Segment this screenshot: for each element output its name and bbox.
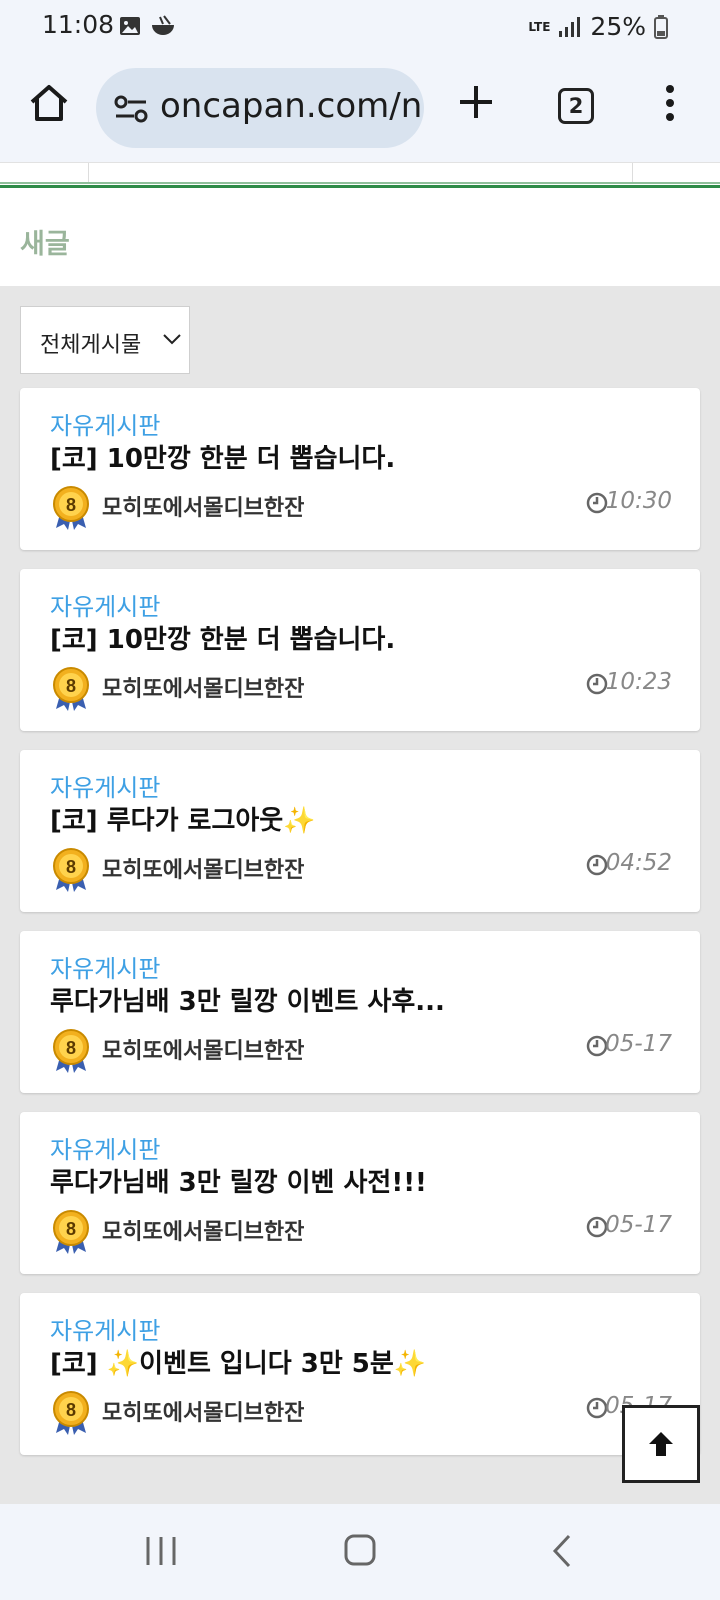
post-card[interactable]: 자유게시판 루다가님배 3만 릴깡 이벤 사전!!! 8 모히또에서몰디브한잔 05-1… — [20, 1112, 700, 1274]
page-top-strip — [0, 162, 720, 183]
system-nav-bar — [0, 1504, 720, 1600]
board-filter-select[interactable]: 전체게시물 — [20, 306, 190, 374]
arrow-up-icon — [649, 1432, 673, 1456]
notification-icons — [118, 14, 176, 38]
bowl-icon — [152, 15, 174, 35]
post-card[interactable]: 자유게시판 [코] 10만깡 한분 더 뽑습니다. 8 모히또에서몰디브한잔 10:23 — [20, 569, 700, 731]
post-card[interactable]: 자유게시판 [코] 루다가 로그아웃✨ 8 모히또에서몰디브한잔 04:52 — [20, 750, 700, 912]
post-list-area: 전체게시물 자유게시판 [코] 10만깡 한분 더 뽑습니다. 8 모히또에서몰디브한… — [0, 286, 720, 1504]
post-title[interactable]: [코] 10만깡 한분 더 뽑습니다. — [50, 438, 395, 475]
level-badge-icon: 8 — [53, 667, 89, 711]
post-author[interactable]: 모히또에서몰디브한잔 — [102, 852, 304, 884]
post-card[interactable]: 자유게시판[코] ✨이벤트 입니다 3만 5분✨8모히또에서몰디브한잔05-17 — [20, 1293, 700, 1455]
post-author[interactable]: 모히또에서몰디브한잔 — [102, 490, 304, 522]
post-board-link[interactable]: 자유게시판 — [50, 406, 160, 441]
home-icon[interactable] — [28, 82, 70, 124]
recent-apps-icon[interactable] — [144, 1534, 178, 1568]
chevron-down-icon — [163, 334, 181, 345]
post-card[interactable]: 자유게시판 루다가님배 3만 릴깡 이벤트 사후... 8 모히또에서몰디브한잔 05-… — [20, 931, 700, 1093]
post-card[interactable]: 자유게시판 [코] 10만깡 한분 더 뽑습니다. 8 모히또에서몰디브한잔 10:30 — [20, 388, 700, 550]
level-badge-icon: 8 — [53, 486, 89, 530]
post-board-link[interactable]: 자유게시판 — [50, 1311, 160, 1346]
post-title[interactable]: 루다가님배 3만 릴깡 이벤 사전!!! — [50, 1162, 427, 1199]
post-time: 05-17 — [605, 1031, 672, 1057]
level-badge-icon: 8 — [53, 1029, 89, 1073]
scroll-to-top-button[interactable] — [622, 1405, 700, 1483]
back-icon[interactable] — [552, 1534, 572, 1568]
status-time: 11:08 — [42, 10, 115, 39]
more-menu-icon[interactable] — [664, 84, 676, 122]
level-badge-icon: 8 — [53, 848, 89, 892]
post-author[interactable]: 모히또에서몰디브한잔 — [102, 1214, 304, 1246]
level-badge-icon: 8 — [53, 1210, 89, 1254]
clock-icon — [586, 673, 608, 695]
divider — [632, 163, 633, 183]
post-title[interactable]: 루다가님배 3만 릴깡 이벤트 사후... — [50, 981, 445, 1018]
tab-switcher-button[interactable]: 2 — [558, 88, 594, 124]
post-time: 10:30 — [605, 488, 672, 514]
filter-selected-value: 전체게시물 — [40, 333, 142, 358]
post-author[interactable]: 모히또에서몰디브한잔 — [102, 1033, 304, 1065]
post-time: 05-17 — [605, 1212, 672, 1238]
level-number: 8 — [66, 857, 76, 877]
battery-level: 25% — [590, 12, 646, 41]
level-number: 8 — [66, 676, 76, 696]
clock-icon — [586, 854, 608, 876]
network-type: LTE — [528, 19, 551, 34]
url-bar[interactable]: oncapan.com/ne — [96, 68, 424, 148]
post-board-link[interactable]: 자유게시판 — [50, 1130, 160, 1165]
signal-icon — [559, 16, 581, 37]
level-number: 8 — [66, 1400, 76, 1420]
system-icons: LTE 25% — [528, 12, 668, 41]
clock-icon — [586, 492, 608, 514]
post-title[interactable]: [코] 루다가 로그아웃✨ — [50, 800, 316, 837]
battery-icon — [654, 14, 668, 39]
level-number: 8 — [66, 1038, 76, 1058]
post-time: 04:52 — [605, 850, 672, 876]
post-title[interactable]: [코] ✨이벤트 입니다 3만 5분✨ — [50, 1343, 426, 1380]
post-author[interactable]: 모히또에서몰디브한잔 — [102, 1395, 304, 1427]
post-title[interactable]: [코] 10만깡 한분 더 뽑습니다. — [50, 619, 395, 656]
section-title: 새글 — [20, 229, 70, 260]
browser-toolbar: oncapan.com/ne 2 — [0, 56, 720, 162]
url-text[interactable]: oncapan.com/ne — [160, 86, 424, 126]
section-header: 새글 — [0, 188, 720, 286]
new-tab-icon[interactable] — [456, 82, 496, 122]
post-author[interactable]: 모히또에서몰디브한잔 — [102, 671, 304, 703]
post-board-link[interactable]: 자유게시판 — [50, 587, 160, 622]
home-nav-icon[interactable] — [344, 1534, 376, 1566]
site-settings-icon[interactable] — [114, 94, 148, 124]
gallery-icon — [120, 17, 140, 35]
divider — [88, 163, 89, 183]
level-badge-icon: 8 — [53, 1391, 89, 1435]
level-number: 8 — [66, 1219, 76, 1239]
post-board-link[interactable]: 자유게시판 — [50, 949, 160, 984]
status-bar: 11:08 LTE 25% — [0, 0, 720, 56]
post-time: 10:23 — [605, 669, 672, 695]
post-board-link[interactable]: 자유게시판 — [50, 768, 160, 803]
level-number: 8 — [66, 495, 76, 515]
